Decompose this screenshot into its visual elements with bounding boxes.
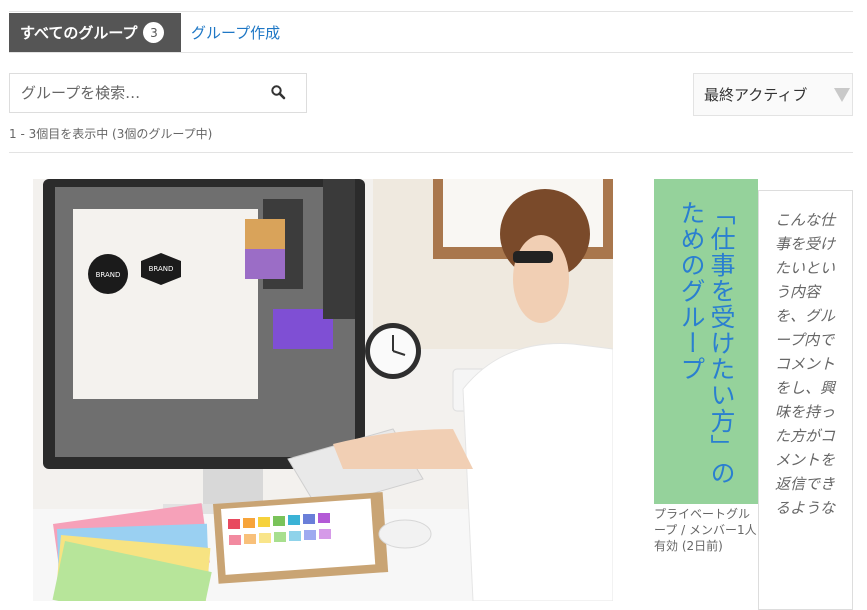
tab-all-groups-label: すべてのグループ [20,24,138,42]
group-cover-image[interactable]: BRAND BRAND [33,179,613,601]
image-brand-text-2: BRAND [149,265,174,273]
group-title-card[interactable]: 「仕事を受けたい方」のためのグループ [654,179,758,504]
group-description: こんな仕事を受けたいという内容を、グループ内でコメントをし、興味を持った方がコメ… [775,211,836,517]
group-type-members: プライベートグループ / メンバー1人 [654,507,757,537]
group-last-active: 有効 (2日前) [654,539,723,553]
group-tabs: すべてのグループ 3 グループ作成 [9,13,280,52]
group-search-input[interactable] [10,74,260,112]
tab-create-group[interactable]: グループ作成 [181,13,280,52]
pagination-summary: 1 - 3個目を表示中 (3個のグループ中) [9,127,213,141]
top-divider [9,11,853,12]
sort-order-select[interactable]: 最終アクティブ [693,73,853,116]
group-search-form [9,73,307,113]
chevron-down-icon [834,88,850,102]
group-count-badge: 3 [143,22,165,43]
sort-order-value: 最終アクティブ [704,86,808,104]
tab-all-groups[interactable]: すべてのグループ 3 [9,13,181,52]
list-divider [9,152,853,153]
search-icon[interactable] [270,84,288,102]
image-brand-text-1: BRAND [96,271,121,279]
group-meta: プライベートグループ / メンバー1人 有効 (2日前) [654,506,758,554]
group-description-card: こんな仕事を受けたいという内容を、グループ内でコメントをし、興味を持った方がコメ… [758,190,853,610]
tabs-divider [9,52,853,53]
group-title-link[interactable]: 「仕事を受けたい方」のためのグループ [676,179,736,489]
